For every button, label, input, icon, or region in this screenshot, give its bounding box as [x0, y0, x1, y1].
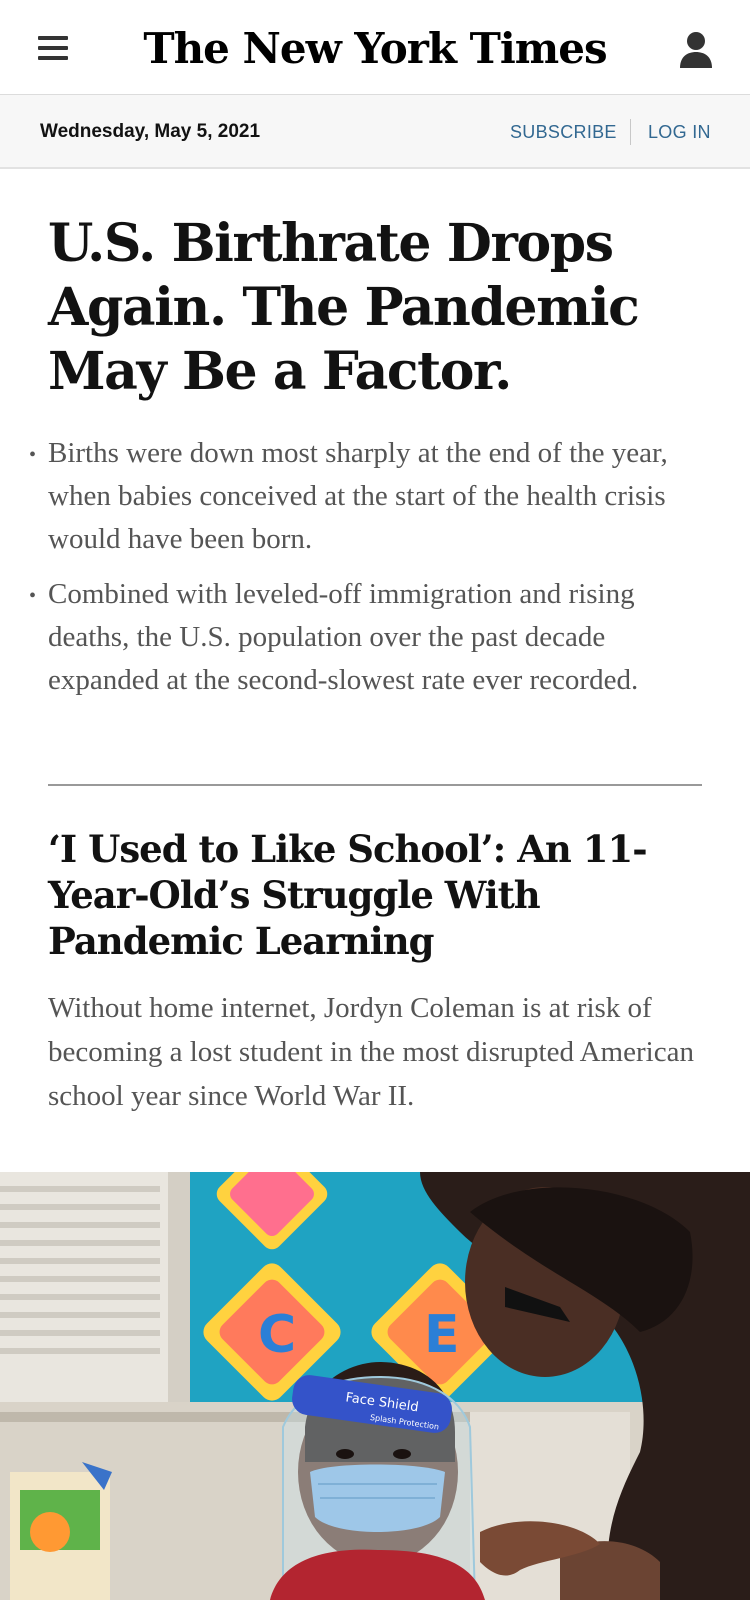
bullet-dot-icon: • — [29, 585, 37, 607]
wall-letter-e: E — [424, 1305, 460, 1365]
summary-bullet-text: Births were down most sharply at the end… — [48, 437, 668, 555]
story-divider — [48, 784, 702, 786]
masthead-logo[interactable]: The New York Times — [143, 18, 607, 78]
link-separator — [630, 119, 631, 145]
bullet-dot-icon: • — [29, 444, 37, 466]
menu-bar-middle — [38, 46, 68, 50]
menu-bar-bottom — [38, 56, 68, 60]
menu-bar-top — [38, 36, 68, 40]
second-story-summary: Without home internet, Jordyn Coleman is… — [48, 992, 694, 1112]
summary-bullet-item: • Births were down most sharply at the e… — [29, 432, 708, 561]
lead-story-headline[interactable]: U.S. Birthrate Drops Again. The Pandemic… — [48, 212, 718, 404]
hamburger-menu-icon[interactable] — [34, 32, 74, 64]
wall-letter-c: C — [258, 1305, 296, 1365]
top-nav-bar: The New York Times — [0, 0, 750, 95]
user-account-icon[interactable] — [674, 26, 718, 70]
summary-bullet-text: Combined with leveled-off immigration an… — [48, 578, 639, 696]
subscribe-link[interactable]: SUBSCRIBE — [510, 122, 617, 143]
login-link[interactable]: LOG IN — [648, 122, 711, 143]
lead-story-summary-list: • Births were down most sharply at the e… — [29, 432, 708, 714]
story-photo[interactable]: C E Face Shield Splash Protection — [0, 1172, 750, 1600]
date-bar: Wednesday, May 5, 2021 SUBSCRIBE LOG IN — [0, 95, 750, 169]
summary-bullet-item: • Combined with leveled-off immigration … — [29, 573, 708, 702]
second-story-headline[interactable]: ‘I Used to Like School’: An 11-Year-Old’… — [48, 826, 718, 964]
current-date: Wednesday, May 5, 2021 — [40, 121, 261, 142]
